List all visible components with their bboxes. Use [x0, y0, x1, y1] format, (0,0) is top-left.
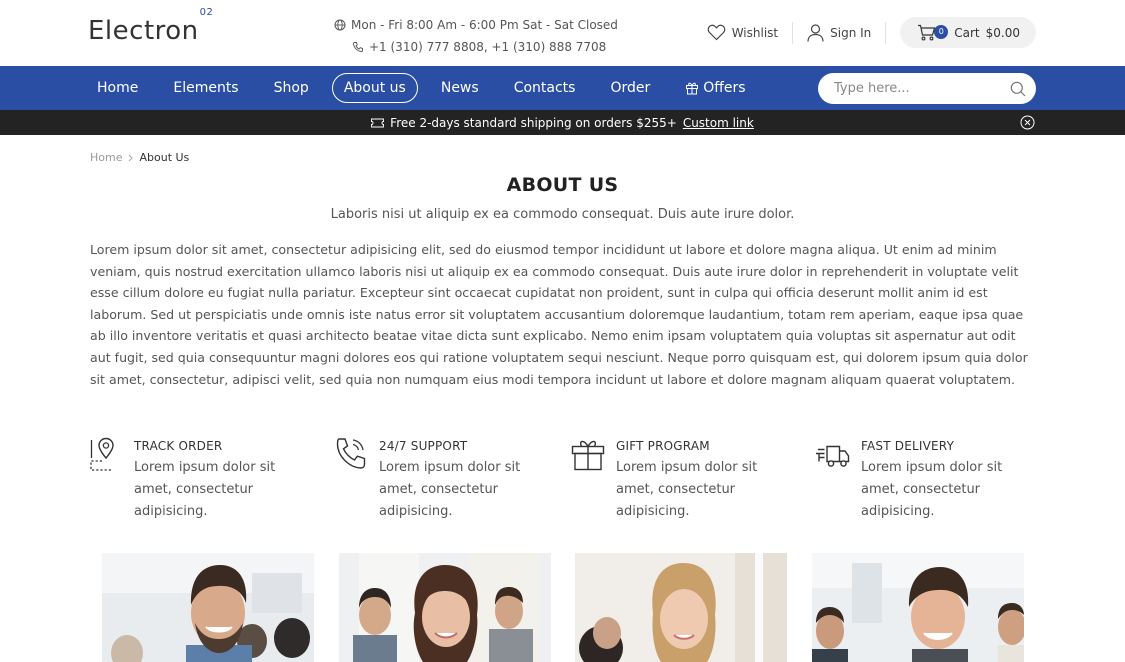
about-body-text: Lorem ipsum dolor sit amet, consectetur …: [90, 242, 1028, 387]
gift-icon: [571, 440, 605, 471]
heart-icon: [707, 24, 726, 41]
hours-text: Mon - Fri 8:00 Am - 6:00 Pm Sat - Sat Cl…: [351, 18, 618, 32]
team-photo-woman-brunette: [339, 553, 551, 662]
phone-icon: [336, 438, 366, 469]
map-pin-icon: [90, 437, 114, 471]
page-title: ABOUT US: [506, 174, 619, 196]
team-gallery: [102, 553, 1024, 662]
nav-items: Home Elements Shop About us News Contact…: [85, 66, 769, 110]
search-input[interactable]: [834, 81, 1010, 96]
nav-item-shop[interactable]: Shop: [262, 73, 321, 103]
team-photo[interactable]: [102, 553, 314, 662]
promo-bar: Free 2-days standard shipping on orders …: [0, 110, 1125, 135]
team-photo[interactable]: [339, 553, 551, 662]
feature-title: GIFT PROGRAM: [616, 439, 710, 453]
divider: [885, 21, 887, 44]
breadcrumb: Home About Us: [90, 151, 189, 164]
nav-item-elements[interactable]: Elements: [161, 73, 250, 103]
search-box: [818, 73, 1036, 104]
team-photo[interactable]: [575, 553, 787, 662]
ticket-icon: [371, 118, 385, 127]
feature-fast-delivery: FAST DELIVERY Lorem ipsum dolor sit amet…: [815, 436, 1043, 523]
team-photo[interactable]: [812, 553, 1024, 662]
feature-support: 24/7 SUPPORT Lorem ipsum dolor sit amet,…: [333, 436, 561, 523]
team-photo-woman-blonde: [575, 553, 787, 662]
promo-text: Free 2-days standard shipping on orders …: [390, 115, 677, 130]
header-actions: Wishlist Sign In 0 Cart $0.00: [693, 17, 1036, 48]
feature-desc: Lorem ipsum dolor sit amet, consectetur …: [861, 460, 1003, 519]
team-photo-man-smiling: [102, 553, 314, 662]
phone-icon: [353, 42, 363, 52]
feature-title: FAST DELIVERY: [861, 439, 955, 453]
cart-button[interactable]: 0 Cart $0.00: [900, 17, 1036, 48]
wishlist-link[interactable]: Wishlist: [693, 24, 792, 41]
nav-item-offers[interactable]: Offers: [673, 73, 757, 103]
feature-desc: Lorem ipsum dolor sit amet, consectetur …: [616, 460, 758, 519]
top-header: Electron02 Mon - Fri 8:00 Am - 6:00 Pm S…: [0, 0, 1125, 66]
sign-in-link[interactable]: Sign In: [793, 23, 885, 42]
team-photo-young-man: [812, 553, 1024, 662]
nav-item-home[interactable]: Home: [85, 73, 150, 103]
nav-item-about-us[interactable]: About us: [331, 73, 418, 103]
promo-link[interactable]: Custom link: [683, 116, 754, 130]
feature-track-order: TRACK ORDER Lorem ipsum dolor sit amet, …: [88, 436, 316, 523]
breadcrumb-home[interactable]: Home: [90, 151, 122, 164]
search-icon[interactable]: [1010, 81, 1026, 97]
feature-title: TRACK ORDER: [134, 439, 223, 453]
logo[interactable]: Electron02: [88, 7, 213, 46]
cart-total: $0.00: [985, 25, 1020, 40]
chevron-right-icon: [129, 154, 134, 161]
nav-item-order[interactable]: Order: [598, 73, 662, 103]
logo-superscript: 02: [199, 7, 214, 19]
store-hours: Mon - Fri 8:00 Am - 6:00 Pm Sat - Sat Cl…: [334, 14, 618, 58]
breadcrumb-current: About Us: [139, 151, 190, 164]
truck-icon: [816, 445, 850, 467]
feature-title: 24/7 SUPPORT: [379, 439, 468, 453]
features-row: TRACK ORDER Lorem ipsum dolor sit amet, …: [88, 436, 1048, 519]
page-subtitle: Laboris nisi ut aliquip ex ea commodo co…: [330, 207, 795, 222]
cart-count-badge: 0: [934, 24, 949, 39]
feature-gift-program: GIFT PROGRAM Lorem ipsum dolor sit amet,…: [570, 436, 798, 523]
user-icon: [807, 23, 824, 42]
gift-icon: [686, 82, 699, 95]
globe-icon: [334, 19, 346, 31]
nav-item-contacts[interactable]: Contacts: [502, 73, 588, 103]
feature-desc: Lorem ipsum dolor sit amet, consectetur …: [134, 460, 276, 519]
close-icon[interactable]: [1020, 115, 1035, 130]
phone-numbers: +1 (310) 777 8808, +1 (310) 888 7708: [369, 40, 607, 54]
feature-desc: Lorem ipsum dolor sit amet, consectetur …: [379, 460, 521, 519]
nav-item-news[interactable]: News: [429, 73, 491, 103]
main-nav: Home Elements Shop About us News Contact…: [0, 66, 1125, 110]
cart-label: Cart: [954, 25, 980, 40]
